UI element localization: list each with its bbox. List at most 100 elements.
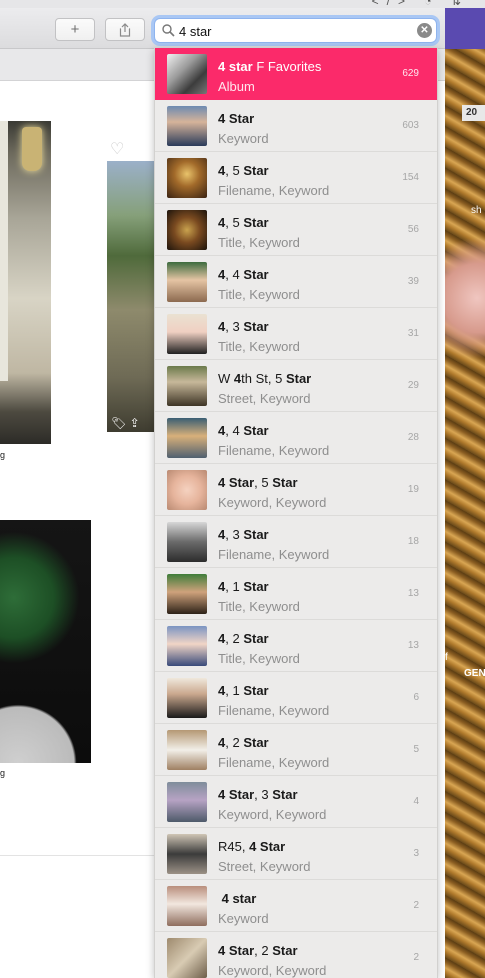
suggestion-thumbnail — [167, 262, 207, 302]
suggestion-title: 4 Star, 2 Star — [218, 943, 298, 958]
suggestion-type: Title, Keyword — [218, 339, 300, 354]
suggestion-row[interactable]: 4, 3 Star Title, Keyword 31 — [155, 308, 437, 360]
suggestion-row[interactable]: 4 Star, 5 Star Keyword, Keyword 19 — [155, 464, 437, 516]
suggestion-row[interactable]: 4, 2 Star Filename, Keyword 5 — [155, 724, 437, 776]
suggestion-row[interactable]: 4, 5 Star Filename, Keyword 154 — [155, 152, 437, 204]
search-input[interactable] — [179, 22, 409, 40]
suggestion-row[interactable]: R45, 4 Star Street, Keyword 3 — [155, 828, 437, 880]
suggestion-title-text: , 1 — [225, 579, 244, 594]
suggestion-type: Keyword, Keyword — [218, 495, 327, 510]
share-icon — [119, 22, 131, 37]
photo-label: f — [445, 652, 448, 663]
suggestion-title-match: 4 Star — [218, 475, 255, 490]
photo-tile[interactable]: 🏷 ⇪ — [107, 161, 155, 432]
suggestion-type: Street, Keyword — [218, 859, 311, 874]
suggestion-title-text: , 5 — [225, 215, 244, 230]
suggestion-thumbnail — [167, 886, 207, 926]
suggestion-title-match: Star — [272, 475, 298, 490]
suggestion-count: 2 — [413, 952, 419, 963]
suggestion-title: 4 star — [218, 891, 257, 906]
search-suggestions-dropdown: 4 star F Favorites Album 629 4 Star Keyword 6… — [154, 48, 438, 978]
suggestion-title-match: 4 Star — [218, 943, 255, 958]
clear-icon[interactable]: ✕ — [417, 23, 432, 38]
suggestion-count: 39 — [407, 276, 419, 287]
photo-detail — [445, 218, 485, 378]
suggestion-title-match: Star — [243, 423, 269, 438]
add-button[interactable]: + — [55, 18, 95, 41]
suggestion-title-match: Star — [243, 631, 269, 646]
suggestion-count: 19 — [407, 484, 419, 495]
suggestion-row[interactable]: 4, 4 Star Filename, Keyword 28 — [155, 412, 437, 464]
suggestion-title: 4 star F Favorites — [218, 59, 321, 74]
suggestion-thumbnail — [167, 366, 207, 406]
search-field[interactable]: ✕ — [154, 18, 437, 43]
photo-badge: 20 — [462, 105, 485, 121]
photo-tile[interactable] — [0, 121, 51, 444]
photo-tile[interactable] — [0, 520, 91, 763]
suggestion-row[interactable]: 4, 1 Star Filename, Keyword 6 — [155, 672, 437, 724]
suggestion-type: Album — [218, 79, 255, 94]
suggestion-title: 4, 4 Star — [218, 267, 269, 282]
suggestion-title-match: Star — [243, 527, 269, 542]
suggestion-title: 4, 5 Star — [218, 215, 269, 230]
suggestion-title: W 4th St, 5 Star — [218, 371, 311, 386]
suggestion-thumbnail — [167, 574, 207, 614]
suggestion-row[interactable]: 4 star Keyword 2 — [155, 880, 437, 932]
suggestion-thumbnail — [167, 418, 207, 458]
suggestion-thumbnail — [167, 158, 207, 198]
photo-label: GEN — [464, 668, 485, 679]
suggestion-count: 6 — [413, 692, 419, 703]
suggestion-title: 4, 1 Star — [218, 683, 269, 698]
photo-label: sh — [471, 205, 482, 216]
menu-bar: </> ◔ ⇅ — [0, 0, 485, 8]
suggestion-thumbnail — [167, 522, 207, 562]
suggestion-row[interactable]: W 4th St, 5 Star Street, Keyword 29 — [155, 360, 437, 412]
suggestion-count: 154 — [402, 172, 419, 183]
suggestion-type: Filename, Keyword — [218, 703, 330, 718]
suggestion-title: R45, 4 Star — [218, 839, 285, 854]
suggestion-title: 4, 2 Star — [218, 631, 269, 646]
heart-icon[interactable]: ♡ — [110, 139, 124, 159]
suggestion-row[interactable]: 4, 4 Star Title, Keyword 39 — [155, 256, 437, 308]
suggestion-title-match: 4 star — [218, 59, 253, 74]
suggestion-title: 4 Star, 5 Star — [218, 475, 298, 490]
suggestion-count: 5 — [413, 744, 419, 755]
suggestion-title-text: th St, 5 — [241, 371, 286, 386]
suggestion-row[interactable]: 4 Star Keyword 603 — [155, 100, 437, 152]
suggestion-title-text: , 3 — [254, 787, 273, 802]
suggestion-row[interactable]: 4, 2 Star Title, Keyword 13 — [155, 620, 437, 672]
suggestion-title-match: 4 Star — [249, 839, 286, 854]
suggestion-title-text: W — [218, 371, 234, 386]
suggestion-thumbnail — [167, 210, 207, 250]
suggestion-thumbnail — [167, 782, 207, 822]
suggestion-thumbnail — [167, 938, 207, 978]
suggestion-title-match: 4 Star — [218, 787, 255, 802]
suggestion-thumbnail — [167, 54, 207, 94]
suggestion-row[interactable]: 4 Star, 2 Star Keyword, Keyword 2 — [155, 932, 437, 978]
suggestion-title-text: , 4 — [225, 423, 244, 438]
suggestion-title-match: Star — [243, 735, 269, 750]
suggestion-count: 18 — [407, 536, 419, 547]
suggestion-title-text: , 4 — [225, 267, 244, 282]
suggestion-title-match: Star — [243, 215, 269, 230]
suggestion-title-text: , 2 — [225, 735, 244, 750]
suggestion-type: Filename, Keyword — [218, 443, 330, 458]
suggestion-row[interactable]: 4 star F Favorites Album 629 — [155, 48, 437, 100]
suggestion-type: Filename, Keyword — [218, 183, 330, 198]
window-edge — [445, 8, 485, 49]
suggestion-count: 13 — [407, 640, 419, 651]
share-button[interactable] — [105, 18, 145, 41]
suggestion-title-match: 4 star — [218, 891, 257, 906]
photo-tile[interactable] — [445, 8, 485, 978]
suggestion-row[interactable]: 4, 1 Star Title, Keyword 13 — [155, 568, 437, 620]
suggestion-title: 4, 2 Star — [218, 735, 269, 750]
suggestion-title: 4, 1 Star — [218, 579, 269, 594]
tag-icon[interactable]: 🏷 ⇪ — [111, 416, 140, 430]
suggestion-row[interactable]: 4 Star, 3 Star Keyword, Keyword 4 — [155, 776, 437, 828]
suggestion-row[interactable]: 4, 5 Star Title, Keyword 56 — [155, 204, 437, 256]
suggestion-title-match: Star — [243, 163, 269, 178]
suggestion-title-text: , 2 — [254, 943, 273, 958]
photo-caption: g — [0, 768, 6, 778]
photo-detail — [0, 121, 8, 381]
suggestion-row[interactable]: 4, 3 Star Filename, Keyword 18 — [155, 516, 437, 568]
